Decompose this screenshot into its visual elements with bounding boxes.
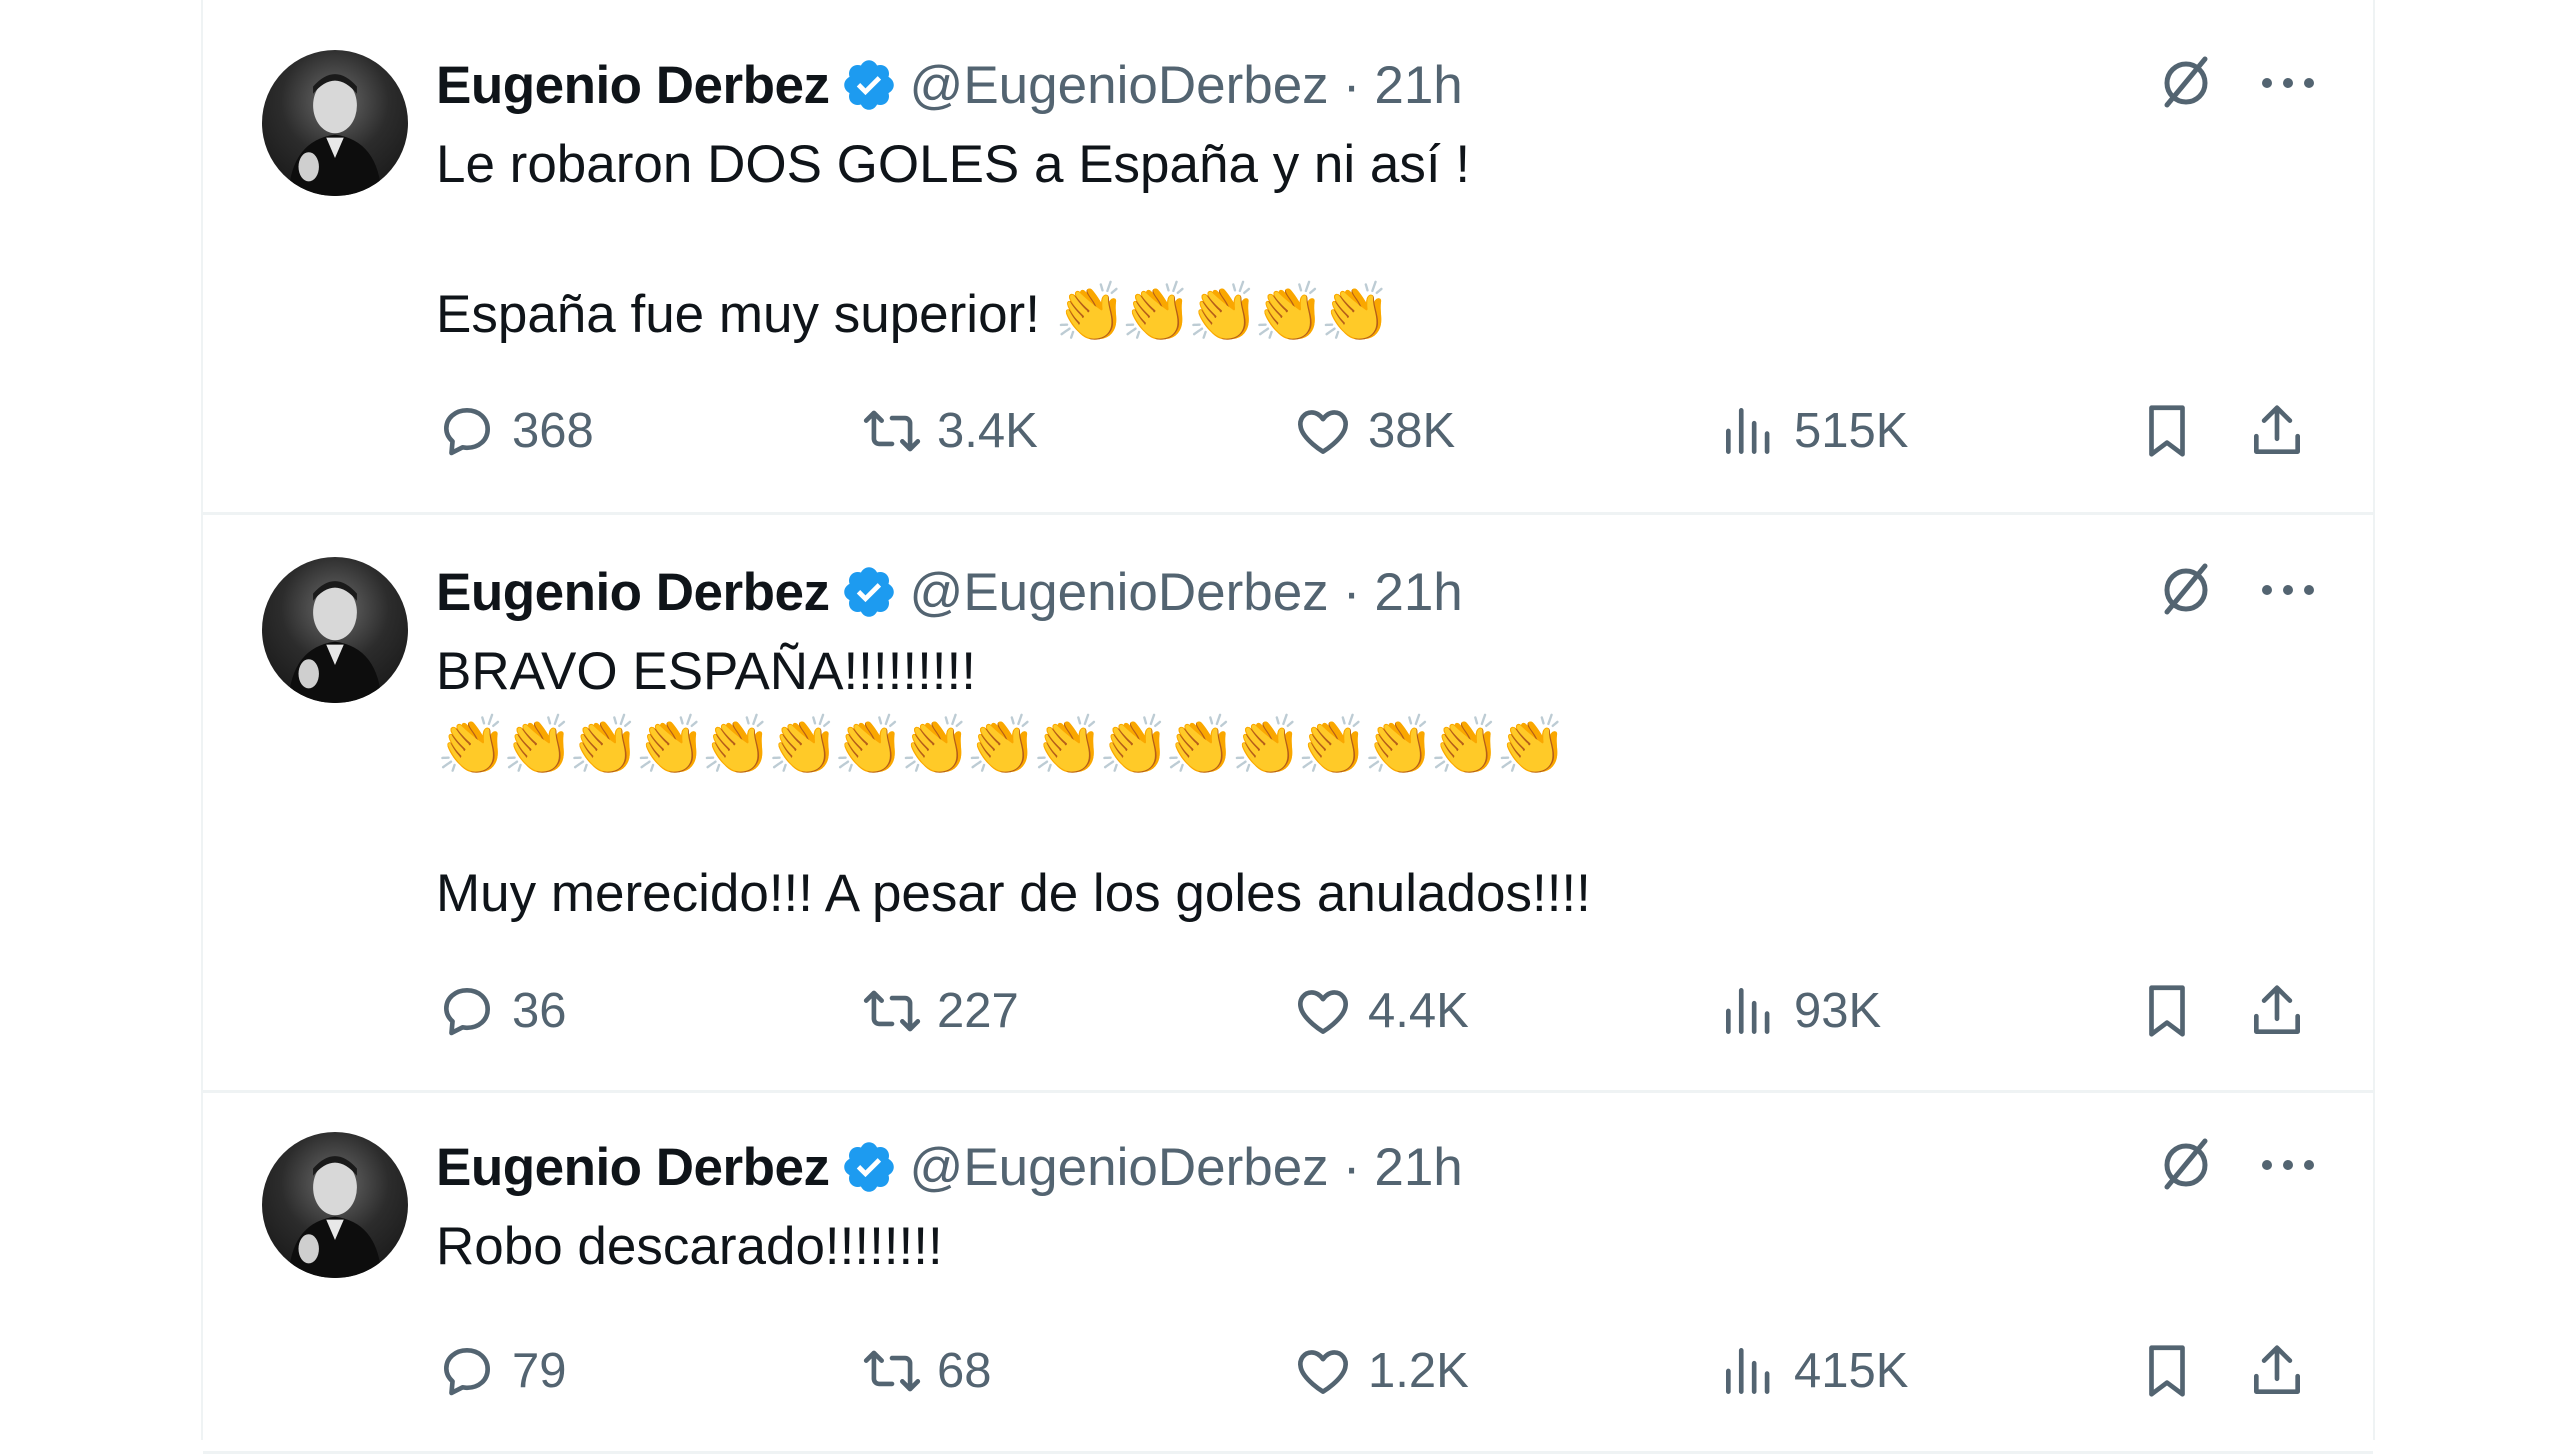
views-count: 515K: [1794, 404, 1909, 458]
timestamp[interactable]: 21h: [1374, 562, 1462, 623]
timestamp[interactable]: 21h: [1374, 1137, 1462, 1198]
share-icon: [2254, 1345, 2300, 1394]
views-button[interactable]: 515K: [1718, 396, 1908, 466]
reply-icon: [444, 988, 490, 1036]
share-button[interactable]: [2246, 976, 2322, 1046]
tweet[interactable]: Eugenio Derbez @EugenioDerbez · 21h BRAV…: [203, 512, 2373, 1093]
bookmark-button[interactable]: [2136, 976, 2212, 1046]
author-handle[interactable]: @EugenioDerbez: [910, 55, 1329, 116]
tweet-line-text: España fue muy superior!: [436, 285, 1055, 344]
grok-icon[interactable]: [2153, 557, 2219, 623]
reply-count: 36: [512, 984, 567, 1038]
tweet-header: Eugenio Derbez @EugenioDerbez · 21h: [436, 557, 1463, 627]
author-name[interactable]: Eugenio Derbez: [436, 562, 830, 623]
tweet-line: [436, 783, 2286, 857]
grok-icon[interactable]: [2153, 50, 2219, 116]
verified-badge-icon: [843, 60, 894, 110]
like-icon: [1298, 990, 1348, 1034]
separator: ·: [1342, 55, 1361, 115]
retweet-count: 227: [937, 984, 1019, 1038]
tweet[interactable]: Eugenio Derbez @EugenioDerbez · 21h Le r…: [203, 0, 2373, 515]
tweet[interactable]: Eugenio Derbez @EugenioDerbez · 21h Robo…: [203, 1090, 2373, 1454]
bookmark-icon: [2149, 1345, 2185, 1397]
reply-button[interactable]: 79: [436, 1336, 567, 1406]
author-name[interactable]: Eugenio Derbez: [436, 1137, 830, 1198]
reply-icon: [444, 408, 490, 456]
retweet-icon: [863, 1350, 921, 1392]
author-name[interactable]: Eugenio Derbez: [436, 55, 830, 116]
retweet-icon: [863, 410, 921, 452]
views-icon: [1726, 408, 1770, 454]
views-button[interactable]: 93K: [1718, 976, 1881, 1046]
author-handle[interactable]: @EugenioDerbez: [910, 562, 1329, 623]
grok-icon[interactable]: [2153, 1132, 2219, 1198]
tweet-text: Le robaron DOS GOLES a España y ni así !…: [436, 128, 2286, 352]
reply-button[interactable]: 36: [436, 976, 567, 1046]
tweet-top-actions: [2153, 50, 2317, 116]
author-handle[interactable]: @EugenioDerbez: [910, 1137, 1329, 1198]
like-count: 38K: [1368, 404, 1456, 458]
views-button[interactable]: 415K: [1718, 1336, 1908, 1406]
share-icon: [2254, 985, 2300, 1034]
like-button[interactable]: 38K: [1292, 396, 1455, 466]
reply-count: 79: [512, 1344, 567, 1398]
tweet-line: Muy merecido!!! A pesar de los goles anu…: [436, 864, 1591, 923]
retweet-count: 68: [937, 1344, 992, 1398]
views-count: 93K: [1794, 984, 1882, 1038]
tweet-text: BRAVO ESPAÑA!!!!!!!!! 👏👏👏👏👏👏👏👏👏👏👏👏👏👏👏👏👏 Mu…: [436, 635, 2286, 931]
like-count: 4.4K: [1368, 984, 1469, 1038]
tweet-line: BRAVO ESPAÑA!!!!!!!!!: [436, 642, 976, 701]
more-icon[interactable]: [2259, 582, 2317, 598]
tweet-actions: 36 227 4.4K 93K: [436, 976, 2317, 1046]
clap-emoji-icon: 👏👏👏👏👏👏👏👏👏👏👏👏👏👏👏👏👏: [436, 713, 1568, 778]
tweet-actions: 79 68 1.2K 415K: [436, 1336, 2317, 1406]
tweet-text: Robo descarado!!!!!!!!: [436, 1210, 2286, 1284]
like-icon: [1298, 410, 1348, 454]
like-count: 1.2K: [1368, 1344, 1469, 1398]
like-icon: [1298, 1350, 1348, 1394]
tweet-header: Eugenio Derbez @EugenioDerbez · 21h: [436, 50, 1463, 120]
tweet-line: España fue muy superior! 👏👏👏👏👏: [436, 276, 2286, 352]
tweet-line: [436, 202, 2286, 276]
avatar[interactable]: [262, 50, 408, 196]
avatar[interactable]: [262, 1132, 408, 1278]
views-icon: [1726, 1348, 1770, 1394]
verified-badge-icon: [843, 567, 894, 617]
share-button[interactable]: [2246, 396, 2322, 466]
avatar[interactable]: [262, 557, 408, 703]
more-icon[interactable]: [2259, 75, 2317, 91]
share-icon: [2254, 405, 2300, 454]
bookmark-button[interactable]: [2136, 1336, 2212, 1406]
separator: ·: [1342, 1137, 1361, 1197]
tweet-actions: 368 3.4K 38K 515K: [436, 396, 2317, 466]
views-count: 415K: [1794, 1344, 1909, 1398]
bookmark-button[interactable]: [2136, 396, 2212, 466]
share-button[interactable]: [2246, 1336, 2322, 1406]
tweet-line: Le robaron DOS GOLES a España y ni así !: [436, 135, 1471, 194]
tweet-feed: Eugenio Derbez @EugenioDerbez · 21h Le r…: [201, 0, 2375, 1454]
tweet-top-actions: [2153, 1132, 2317, 1198]
tweet-line: Robo descarado!!!!!!!!: [436, 1217, 943, 1276]
reply-icon: [444, 1348, 490, 1396]
clap-emoji-icon: 👏👏👏👏👏: [1054, 280, 1392, 345]
retweet-button[interactable]: 68: [861, 1336, 992, 1406]
reply-count: 368: [512, 404, 594, 458]
tweet-top-actions: [2153, 557, 2317, 623]
more-icon[interactable]: [2259, 1157, 2317, 1173]
like-button[interactable]: 4.4K: [1292, 976, 1469, 1046]
like-button[interactable]: 1.2K: [1292, 1336, 1469, 1406]
timestamp[interactable]: 21h: [1374, 55, 1462, 116]
retweet-button[interactable]: 227: [861, 976, 1019, 1046]
verified-badge-icon: [843, 1142, 894, 1192]
bookmark-icon: [2149, 405, 2185, 457]
separator: ·: [1342, 562, 1361, 622]
retweet-count: 3.4K: [937, 404, 1038, 458]
views-icon: [1726, 988, 1770, 1034]
reply-button[interactable]: 368: [436, 396, 594, 466]
bookmark-icon: [2149, 985, 2185, 1037]
tweet-header: Eugenio Derbez @EugenioDerbez · 21h: [436, 1132, 1463, 1202]
retweet-icon: [863, 990, 921, 1032]
retweet-button[interactable]: 3.4K: [861, 396, 1038, 466]
